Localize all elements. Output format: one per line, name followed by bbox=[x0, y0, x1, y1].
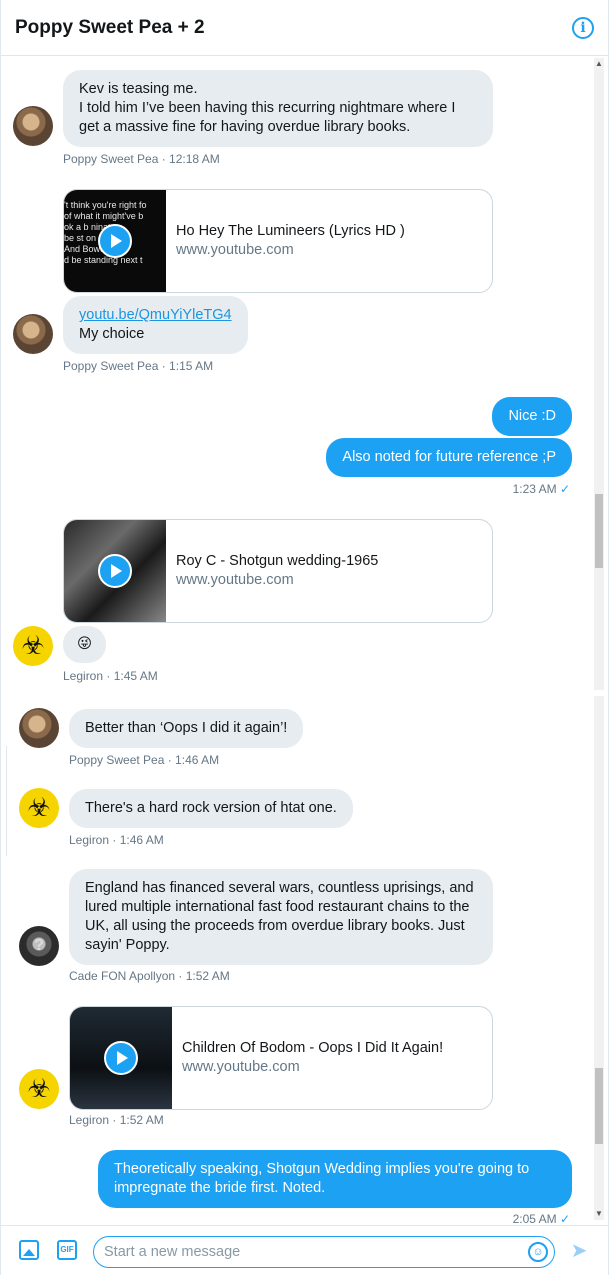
message-meta: 1:23 AM ✓ bbox=[513, 482, 570, 496]
play-icon[interactable] bbox=[104, 1041, 138, 1075]
message-bubble: There's a hard rock version of htat one. bbox=[69, 789, 353, 828]
image-icon[interactable] bbox=[19, 1240, 39, 1260]
avatar-poppy[interactable] bbox=[19, 708, 59, 748]
card-title: Children Of Bodom - Oops I Did It Again! bbox=[182, 1040, 444, 1056]
dm-conversation-window: Poppy Sweet Pea + 2 i ▲ ▼ Kev is teasing… bbox=[0, 0, 609, 1275]
card-body: Children Of Bodom - Oops I Did It Again!… bbox=[172, 1007, 453, 1109]
avatar-legiron[interactable]: ☣ bbox=[19, 1069, 59, 1109]
message-meta: 2:05 AM ✓ bbox=[513, 1212, 570, 1225]
play-icon[interactable] bbox=[98, 554, 132, 588]
video-thumbnail[interactable]: 't think you're right fo of what it migh… bbox=[64, 190, 166, 292]
scroll-down-arrow-icon[interactable]: ▼ bbox=[594, 1208, 604, 1220]
message-bubble: Kev is teasing me. I told him I’ve been … bbox=[63, 70, 493, 147]
card-title: Ho Hey The Lumineers (Lyrics HD ) bbox=[176, 223, 405, 239]
pane-divider bbox=[1, 746, 7, 856]
play-icon[interactable] bbox=[98, 224, 132, 258]
scrollbar-thumb-lower[interactable] bbox=[595, 1068, 603, 1144]
avatar-poppy[interactable] bbox=[13, 106, 53, 146]
message-meta: Cade FON Apollyon · 1:52 AM bbox=[69, 969, 230, 983]
conversation-title: Poppy Sweet Pea + 2 bbox=[15, 16, 205, 38]
scroll-up-arrow-icon[interactable]: ▲ bbox=[594, 58, 604, 70]
message-bubble: England has financed several wars, count… bbox=[69, 869, 493, 965]
link-card-youtube[interactable]: 't think you're right fo of what it migh… bbox=[63, 189, 493, 293]
scrollbar[interactable]: ▲ bbox=[594, 58, 604, 690]
read-check-icon: ✓ bbox=[559, 1212, 570, 1225]
thumb-line: 't think you're right fo bbox=[64, 200, 147, 210]
message-meta: Legiron · 1:45 AM bbox=[63, 669, 158, 683]
message-meta: Poppy Sweet Pea · 12:18 AM bbox=[63, 152, 220, 166]
outgoing-message-bubble: Also noted for future reference ;P bbox=[326, 438, 572, 477]
send-icon[interactable]: ➤ bbox=[568, 1240, 590, 1262]
card-body: Ho Hey The Lumineers (Lyrics HD ) www.yo… bbox=[166, 190, 415, 292]
message-meta: Legiron · 1:52 AM bbox=[69, 1113, 164, 1127]
card-domain: www.youtube.com bbox=[182, 1059, 300, 1075]
avatar-legiron[interactable]: ☣ bbox=[13, 626, 53, 666]
thumb-line: of what it might've b bbox=[64, 211, 144, 221]
avatar-cade[interactable]: ? bbox=[19, 926, 59, 966]
message-input[interactable] bbox=[94, 1237, 504, 1267]
message-meta: Poppy Sweet Pea · 1:15 AM bbox=[63, 359, 214, 373]
scrollbar-thumb[interactable] bbox=[595, 494, 603, 568]
video-thumbnail[interactable] bbox=[64, 520, 166, 622]
message-text: My choice bbox=[79, 326, 145, 342]
outgoing-message-bubble: Theoretically speaking, Shotgun Wedding … bbox=[98, 1150, 572, 1208]
message-composer: GIF ☺ ➤ bbox=[1, 1225, 608, 1275]
link-card-youtube[interactable]: Children Of Bodom - Oops I Did It Again!… bbox=[69, 1006, 493, 1110]
message-link[interactable]: youtu.be/QmuYiYleTG4 bbox=[79, 306, 232, 325]
outgoing-message-bubble: Nice :D bbox=[492, 397, 572, 436]
info-icon[interactable]: i bbox=[572, 16, 594, 39]
video-thumbnail[interactable] bbox=[70, 1007, 172, 1109]
message-meta: Poppy Sweet Pea · 1:46 AM bbox=[69, 753, 220, 767]
biohazard-icon: ☣ bbox=[27, 1072, 51, 1103]
avatar-legiron[interactable]: ☣ bbox=[19, 788, 59, 828]
message-bubble: 😜 bbox=[63, 626, 107, 663]
card-title: Roy C - Shotgun wedding-1965 bbox=[176, 553, 379, 569]
link-card-youtube[interactable]: Roy C - Shotgun wedding-1965 www.youtube… bbox=[63, 519, 493, 623]
message-bubble: youtu.be/QmuYiYleTG4 My choice bbox=[63, 296, 248, 354]
card-domain: www.youtube.com bbox=[176, 572, 294, 588]
message-bubble: Better than ‘Oops I did it again’! bbox=[69, 709, 304, 748]
gif-icon[interactable]: GIF bbox=[57, 1240, 77, 1260]
conversation-header: Poppy Sweet Pea + 2 i bbox=[1, 0, 608, 56]
message-time: 2:05 AM bbox=[512, 1212, 557, 1225]
message-meta: Legiron · 1:46 AM bbox=[69, 833, 164, 847]
message-input-wrapper: ☺ bbox=[93, 1236, 555, 1268]
card-domain: www.youtube.com bbox=[176, 242, 294, 258]
biohazard-icon: ☣ bbox=[27, 791, 51, 822]
card-body: Roy C - Shotgun wedding-1965 www.youtube… bbox=[166, 520, 388, 622]
biohazard-icon: ☣ bbox=[21, 629, 45, 660]
emoji-icon[interactable]: ☺ bbox=[528, 1242, 548, 1262]
message-list[interactable]: ▲ ▼ Kev is teasing me. I told him I’ve b… bbox=[1, 56, 608, 1225]
scrollbar-lower[interactable]: ▼ bbox=[594, 696, 604, 1220]
message-time: 1:23 AM bbox=[512, 482, 557, 496]
avatar-poppy[interactable] bbox=[13, 314, 53, 354]
read-check-icon: ✓ bbox=[559, 482, 570, 496]
